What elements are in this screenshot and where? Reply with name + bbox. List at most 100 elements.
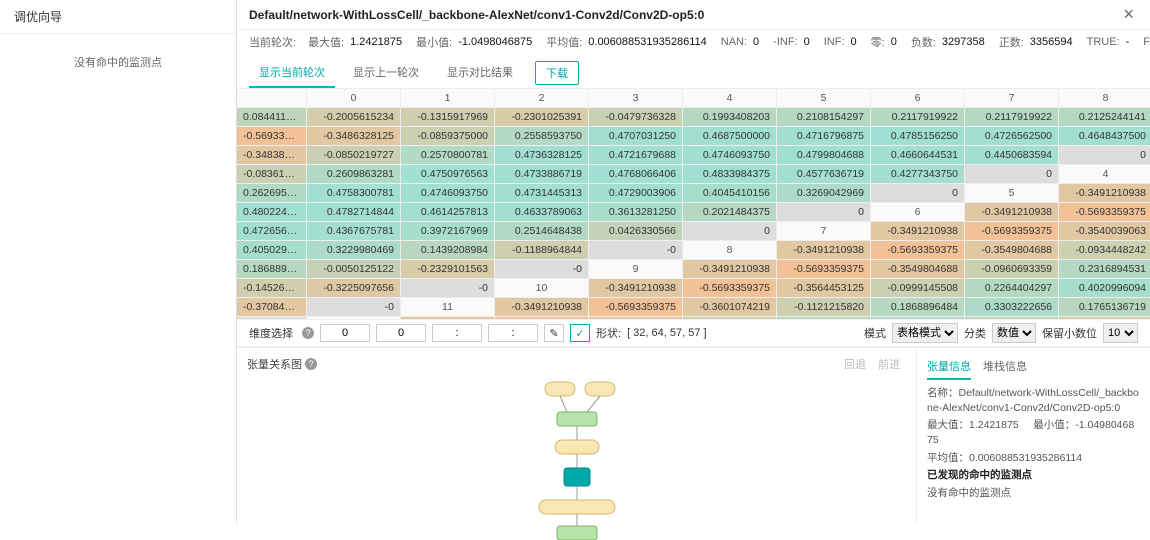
table-cell[interactable]: 0.2108154297	[777, 108, 871, 127]
table-cell[interactable]: 0.4687500000	[683, 127, 777, 146]
table-cell[interactable]: -0.2301025391	[495, 108, 589, 127]
table-cell[interactable]: 0.2316894531	[1059, 260, 1150, 279]
table-cell[interactable]: -0.3708496094	[237, 298, 307, 317]
table-cell[interactable]: 0.4833984375	[683, 165, 777, 184]
table-cell[interactable]: -0.5693359375	[683, 279, 777, 298]
table-cell[interactable]: 0.2514648438	[495, 222, 589, 241]
table-cell[interactable]: 0.4726562500	[965, 127, 1059, 146]
table-cell[interactable]: 0.0844116211	[237, 108, 307, 127]
table-cell[interactable]: 0.3229980469	[307, 241, 401, 260]
table-cell[interactable]: -0.0836181641	[237, 165, 307, 184]
dim-input-1[interactable]	[376, 324, 426, 342]
table-cell[interactable]: 0.4726562500	[237, 222, 307, 241]
table-cell[interactable]: 0.2117919922	[871, 108, 965, 127]
table-cell[interactable]: -0.5693359375	[777, 260, 871, 279]
table-cell[interactable]: -0.3491210938	[965, 203, 1059, 222]
table-cell[interactable]: 0.4799804688	[777, 146, 871, 165]
table-cell[interactable]: 0.2558593750	[495, 127, 589, 146]
table-cell[interactable]: 0.4277343750	[871, 165, 965, 184]
tab-compare[interactable]: 显示对比结果	[437, 58, 523, 88]
table-cell[interactable]: 0.3269042969	[777, 184, 871, 203]
table-cell[interactable]: 0.2021484375	[683, 203, 777, 222]
table-cell[interactable]: -0.3540039063	[1059, 222, 1150, 241]
table-cell[interactable]: -0.0960693359	[965, 260, 1059, 279]
tab-current[interactable]: 显示当前轮次	[249, 58, 335, 88]
table-cell[interactable]: -0.1452636719	[237, 279, 307, 298]
table-cell[interactable]: 0.4045410156	[683, 184, 777, 203]
table-cell[interactable]: 0	[965, 165, 1059, 184]
table-cell[interactable]: 0.4633789063	[495, 203, 589, 222]
table-cell[interactable]: 0.4050292969	[237, 241, 307, 260]
table-cell[interactable]: -0.0479736328	[589, 108, 683, 127]
table-cell[interactable]: -0.1315917969	[401, 108, 495, 127]
table-cell[interactable]: 0.4577636719	[777, 165, 871, 184]
table-cell[interactable]: 0.1868896484	[237, 260, 307, 279]
table-cell[interactable]: 0.0426330566	[589, 222, 683, 241]
table-cell[interactable]: 0.3972167969	[401, 222, 495, 241]
table-cell[interactable]: -0.3564453125	[777, 279, 871, 298]
table-cell[interactable]: -0.3491210938	[871, 222, 965, 241]
table-cell[interactable]: 0.3303222656	[965, 298, 1059, 317]
table-cell[interactable]: 0.1993408203	[683, 108, 777, 127]
table-cell[interactable]: -0.5693359375	[589, 298, 683, 317]
table-cell[interactable]: -0.1121215820	[777, 298, 871, 317]
table-cell[interactable]: -0.3483886719	[237, 146, 307, 165]
table-cell[interactable]: 0.4716796875	[777, 127, 871, 146]
table-cell[interactable]: -0	[401, 279, 495, 298]
table-cell[interactable]: -0.3491210938	[495, 298, 589, 317]
table-cell[interactable]: -0.3491210938	[777, 241, 871, 260]
download-button[interactable]: 下载	[535, 61, 579, 85]
table-cell[interactable]: 0.4746093750	[401, 184, 495, 203]
table-cell[interactable]: 0.1439208984	[401, 241, 495, 260]
tab-previous[interactable]: 显示上一轮次	[343, 58, 429, 88]
table-cell[interactable]: 0	[683, 222, 777, 241]
table-cell[interactable]: -0.0934448242	[1059, 241, 1150, 260]
table-cell[interactable]: 0.4802246094	[237, 203, 307, 222]
table-cell[interactable]: -0.3549804688	[965, 241, 1059, 260]
table-cell[interactable]: 0.2117919922	[965, 108, 1059, 127]
table-cell[interactable]: -0.2005615234	[307, 108, 401, 127]
table-cell[interactable]: 0.3613281250	[589, 203, 683, 222]
table-cell[interactable]: -0.5693359375	[871, 241, 965, 260]
table-cell[interactable]: 0.4785156250	[871, 127, 965, 146]
table-cell[interactable]: 0.4733886719	[495, 165, 589, 184]
dim-input-3[interactable]	[488, 324, 538, 342]
table-cell[interactable]: -0.1701660156	[1059, 317, 1150, 319]
table-cell[interactable]: -0	[495, 260, 589, 279]
table-cell[interactable]: 0.4707031250	[589, 127, 683, 146]
table-cell[interactable]: -0.3491210938	[1059, 184, 1150, 203]
table-cell[interactable]: 0.1408081055	[777, 317, 871, 319]
table-cell[interactable]: 0.4721679688	[589, 146, 683, 165]
table-cell[interactable]: -0.3491210938	[683, 260, 777, 279]
forward-button[interactable]: 前进	[872, 354, 906, 374]
table-cell[interactable]: -0.0850219727	[307, 146, 401, 165]
dim-input-2[interactable]	[432, 324, 482, 342]
help-icon[interactable]: ?	[302, 327, 314, 339]
table-cell[interactable]: -0.5693359375	[495, 317, 589, 319]
table-cell[interactable]: 0.1868896484	[871, 298, 965, 317]
table-cell[interactable]: -0.1188964844	[495, 241, 589, 260]
dim-input-0[interactable]	[320, 324, 370, 342]
table-cell[interactable]: 0.1765136719	[1059, 298, 1150, 317]
table-cell[interactable]: 0.4750976563	[401, 165, 495, 184]
table-cell[interactable]: 0	[871, 184, 965, 203]
table-cell[interactable]: 0.4648437500	[1059, 127, 1150, 146]
table-cell[interactable]: 0.4660644531	[871, 146, 965, 165]
mode-select[interactable]: 表格模式	[892, 323, 958, 343]
table-cell[interactable]: -0.3486328125	[307, 127, 401, 146]
table-cell[interactable]: 0.4782714844	[307, 203, 401, 222]
table-cell[interactable]: 0.4758300781	[307, 184, 401, 203]
table-cell[interactable]: -0.5693359375	[237, 127, 307, 146]
edit-button[interactable]: ✎	[544, 324, 564, 342]
decimals-select[interactable]: 10	[1103, 323, 1138, 343]
table-cell[interactable]: 0.4768066406	[589, 165, 683, 184]
tensor-grid[interactable]: 01234567891000.0844116211-0.2005615234-0…	[237, 89, 1150, 319]
back-button[interactable]: 回退	[838, 354, 872, 374]
table-cell[interactable]: 0.2570800781	[401, 146, 495, 165]
table-cell[interactable]: 0.2609863281	[307, 165, 401, 184]
confirm-button[interactable]: ✓	[570, 324, 590, 342]
table-cell[interactable]: -0.0859375000	[401, 127, 495, 146]
table-cell[interactable]: -0.3664550781	[589, 317, 683, 319]
table-cell[interactable]: -0.3491210938	[401, 317, 495, 319]
table-cell[interactable]: -0.3549804688	[871, 260, 965, 279]
